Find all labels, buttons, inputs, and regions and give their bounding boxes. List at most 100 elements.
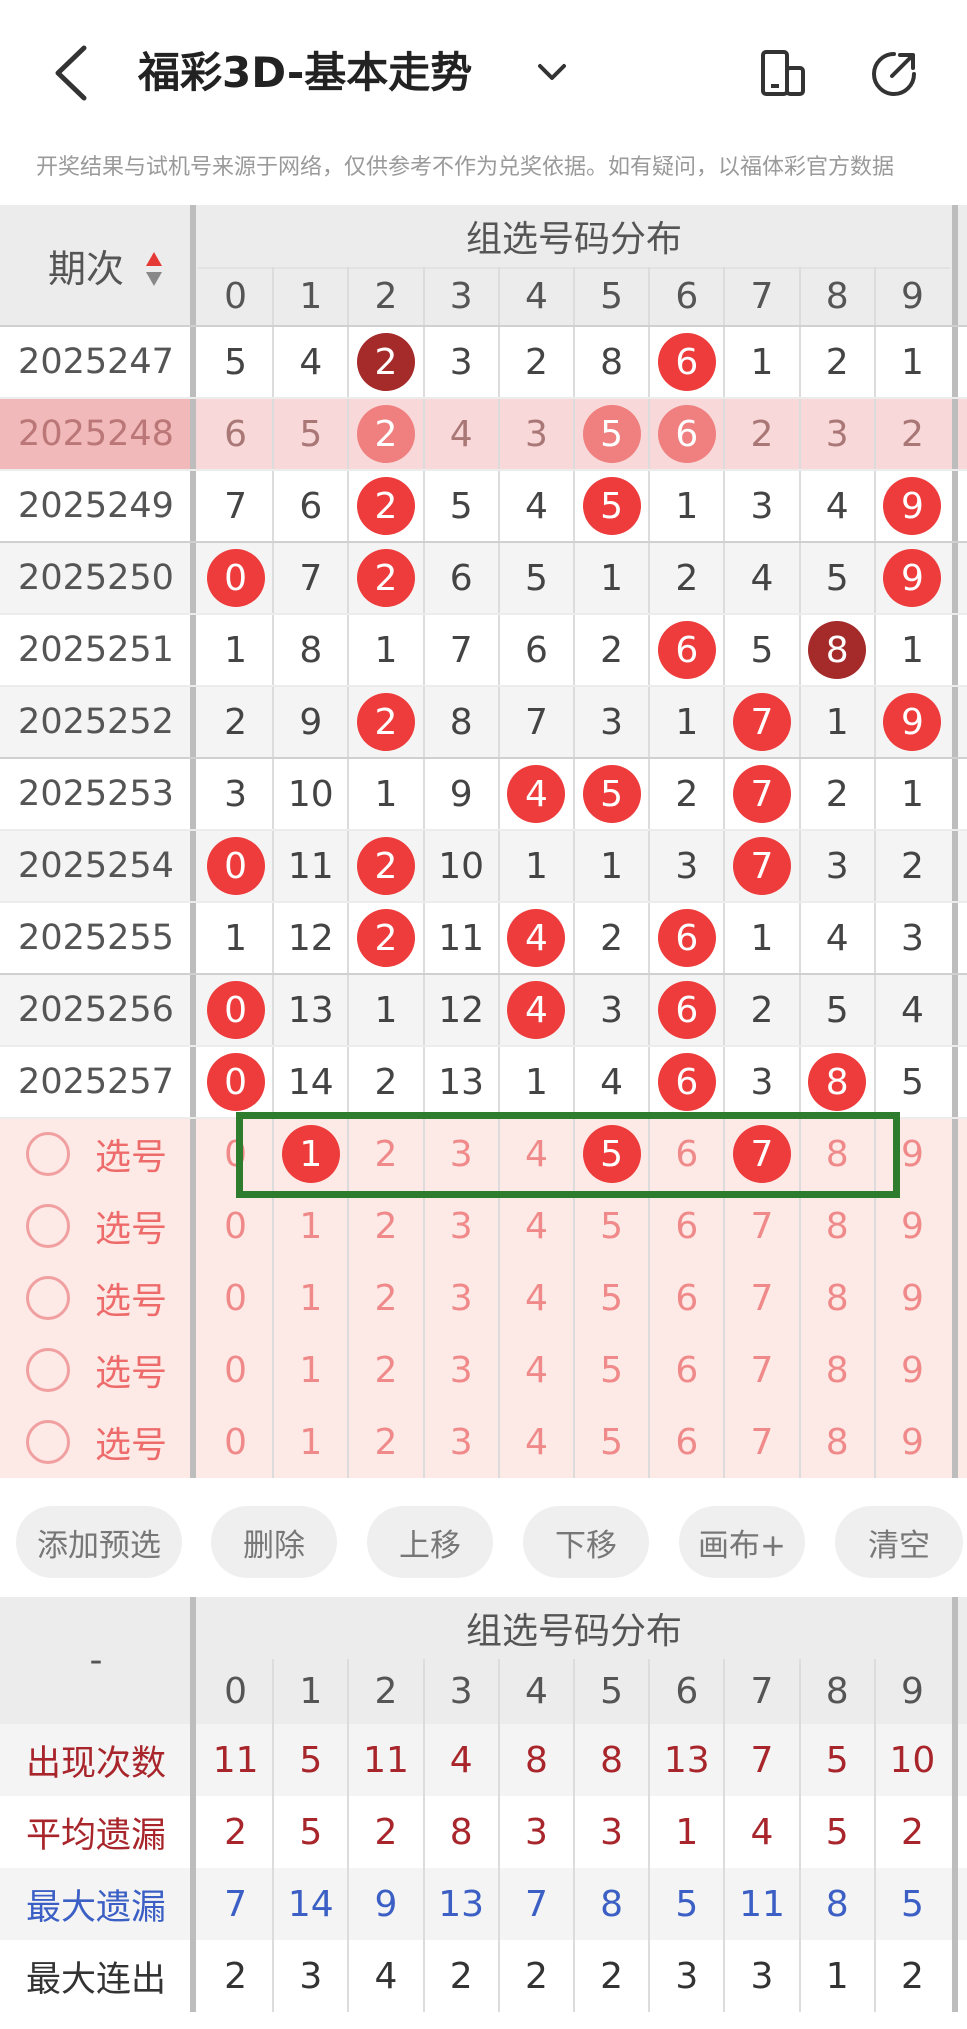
miss-count: 1: [675, 485, 699, 527]
disclaimer-notice: 开奖结果与试机号来源于网络，仅供参考不作为兑奖依据。如有疑问，以福体彩官方数据: [36, 155, 895, 180]
pick-ball[interactable]: 9: [875, 1190, 950, 1262]
pick-ball[interactable]: 2: [348, 1190, 423, 1262]
pick-ball[interactable]: 6: [649, 1262, 724, 1334]
pick-ball[interactable]: 9: [875, 1334, 950, 1406]
chevron-down-icon[interactable]: [532, 52, 572, 92]
back-arrow-icon[interactable]: [46, 40, 96, 106]
pick-ball[interactable]: 3: [424, 1334, 499, 1406]
period-label: 2025254: [18, 846, 174, 886]
pick-ball[interactable]: 6: [649, 1190, 724, 1262]
miss-count: 11: [438, 917, 485, 959]
pick-ball[interactable]: 7: [724, 1334, 799, 1406]
miss-count: 5: [825, 989, 849, 1031]
pick-ball[interactable]: 6: [649, 1406, 724, 1478]
move-down-button[interactable]: 下移: [523, 1506, 649, 1578]
pick-ball[interactable]: 3: [424, 1406, 499, 1478]
pick-ball[interactable]: 0: [198, 1262, 273, 1334]
pick-ball[interactable]: 4: [499, 1334, 574, 1406]
miss-count: 10: [438, 845, 485, 887]
miss-count: 2: [374, 1061, 398, 1103]
pick-ball[interactable]: 9: [875, 1262, 950, 1334]
miss-count: 2: [900, 845, 924, 887]
stats-col-divider: [873, 1659, 876, 2012]
stats-value: 9: [374, 1883, 398, 1925]
miss-count: 4: [524, 485, 548, 527]
pick-ball[interactable]: 7: [724, 1190, 799, 1262]
digit-header: 0: [224, 276, 248, 317]
add-preselect-button[interactable]: 添加预选: [16, 1506, 182, 1578]
pick-radio[interactable]: [26, 1348, 70, 1392]
move-up-button[interactable]: 上移: [367, 1506, 493, 1578]
hit-ball: 2: [357, 549, 415, 607]
miss-count: 1: [374, 989, 398, 1031]
pick-ball[interactable]: 8: [800, 1190, 875, 1262]
miss-count: 1: [600, 845, 624, 887]
pick-ball[interactable]: 2: [348, 1406, 423, 1478]
miss-count: 4: [900, 989, 924, 1031]
pick-label[interactable]: 选号: [88, 1190, 174, 1262]
pick-ball[interactable]: 5: [574, 1262, 649, 1334]
pick-ball[interactable]: 1: [273, 1406, 348, 1478]
pick-ball[interactable]: 8: [800, 1262, 875, 1334]
pick-ball[interactable]: 7: [724, 1262, 799, 1334]
pick-ball[interactable]: 8: [800, 1334, 875, 1406]
digit-header: 4: [524, 276, 548, 317]
pick-radio[interactable]: [26, 1276, 70, 1320]
period-label: 2025247: [18, 342, 174, 382]
page-title[interactable]: 福彩3D-基本走势: [138, 48, 472, 98]
pick-radio[interactable]: [26, 1420, 70, 1464]
canvas-plus-button[interactable]: 画布+: [679, 1506, 805, 1578]
pick-ball[interactable]: 1: [273, 1334, 348, 1406]
pick-radio[interactable]: [26, 1132, 70, 1176]
pick-ball[interactable]: 0: [198, 1190, 273, 1262]
miss-count: 1: [600, 557, 624, 599]
period-label: 2025249: [18, 486, 174, 526]
stats-value: 4: [374, 1955, 398, 1997]
pick-label[interactable]: 选号: [88, 1334, 174, 1406]
stats-value: 7: [750, 1739, 774, 1781]
pick-ball[interactable]: 4: [499, 1190, 574, 1262]
pick-ball[interactable]: 4: [499, 1262, 574, 1334]
pick-ball[interactable]: 6: [649, 1334, 724, 1406]
col-divider: [573, 267, 575, 1478]
miss-count: 2: [825, 773, 849, 815]
pick-label[interactable]: 选号: [88, 1406, 174, 1478]
hit-ball: 2: [357, 477, 415, 535]
pick-ball[interactable]: 8: [800, 1406, 875, 1478]
pick-ball[interactable]: 1: [273, 1190, 348, 1262]
sort-arrows-icon[interactable]: [145, 250, 163, 290]
stats-value: 8: [600, 1739, 624, 1781]
row-divider: [0, 1045, 967, 1047]
pick-ball[interactable]: 3: [424, 1190, 499, 1262]
stats-col-divider: [272, 1659, 275, 2012]
period-header[interactable]: 期次: [0, 205, 192, 326]
pick-label[interactable]: 选号: [88, 1118, 174, 1190]
delete-button[interactable]: 删除: [211, 1506, 337, 1578]
pick-ball[interactable]: 5: [574, 1190, 649, 1262]
pick-radio[interactable]: [26, 1204, 70, 1248]
clear-button[interactable]: 清空: [835, 1506, 963, 1578]
pick-ball[interactable]: 9: [875, 1406, 950, 1478]
share-icon[interactable]: [868, 48, 920, 100]
screen-rotate-icon[interactable]: [757, 48, 809, 100]
pick-ball[interactable]: 1: [273, 1262, 348, 1334]
hit-ball: 6: [657, 333, 716, 391]
pick-ball[interactable]: 2: [348, 1262, 423, 1334]
pick-ball[interactable]: 5: [574, 1334, 649, 1406]
period-label: 2025253: [18, 774, 174, 814]
hit-ball: 2: [357, 837, 415, 895]
miss-count: 1: [900, 629, 924, 671]
pick-ball[interactable]: 3: [424, 1262, 499, 1334]
pick-ball[interactable]: 0: [198, 1334, 273, 1406]
miss-count: 4: [299, 341, 323, 383]
pick-ball[interactable]: 4: [499, 1406, 574, 1478]
pick-ball[interactable]: 0: [198, 1406, 273, 1478]
pick-ball[interactable]: 2: [348, 1334, 423, 1406]
period-label: 2025257: [18, 1062, 174, 1102]
digit-header: 9: [900, 276, 924, 317]
pick-ball[interactable]: 7: [724, 1406, 799, 1478]
miss-count: 4: [825, 917, 849, 959]
pick-ball[interactable]: 5: [574, 1406, 649, 1478]
stats-value: 1: [675, 1811, 699, 1853]
pick-label[interactable]: 选号: [88, 1262, 174, 1334]
